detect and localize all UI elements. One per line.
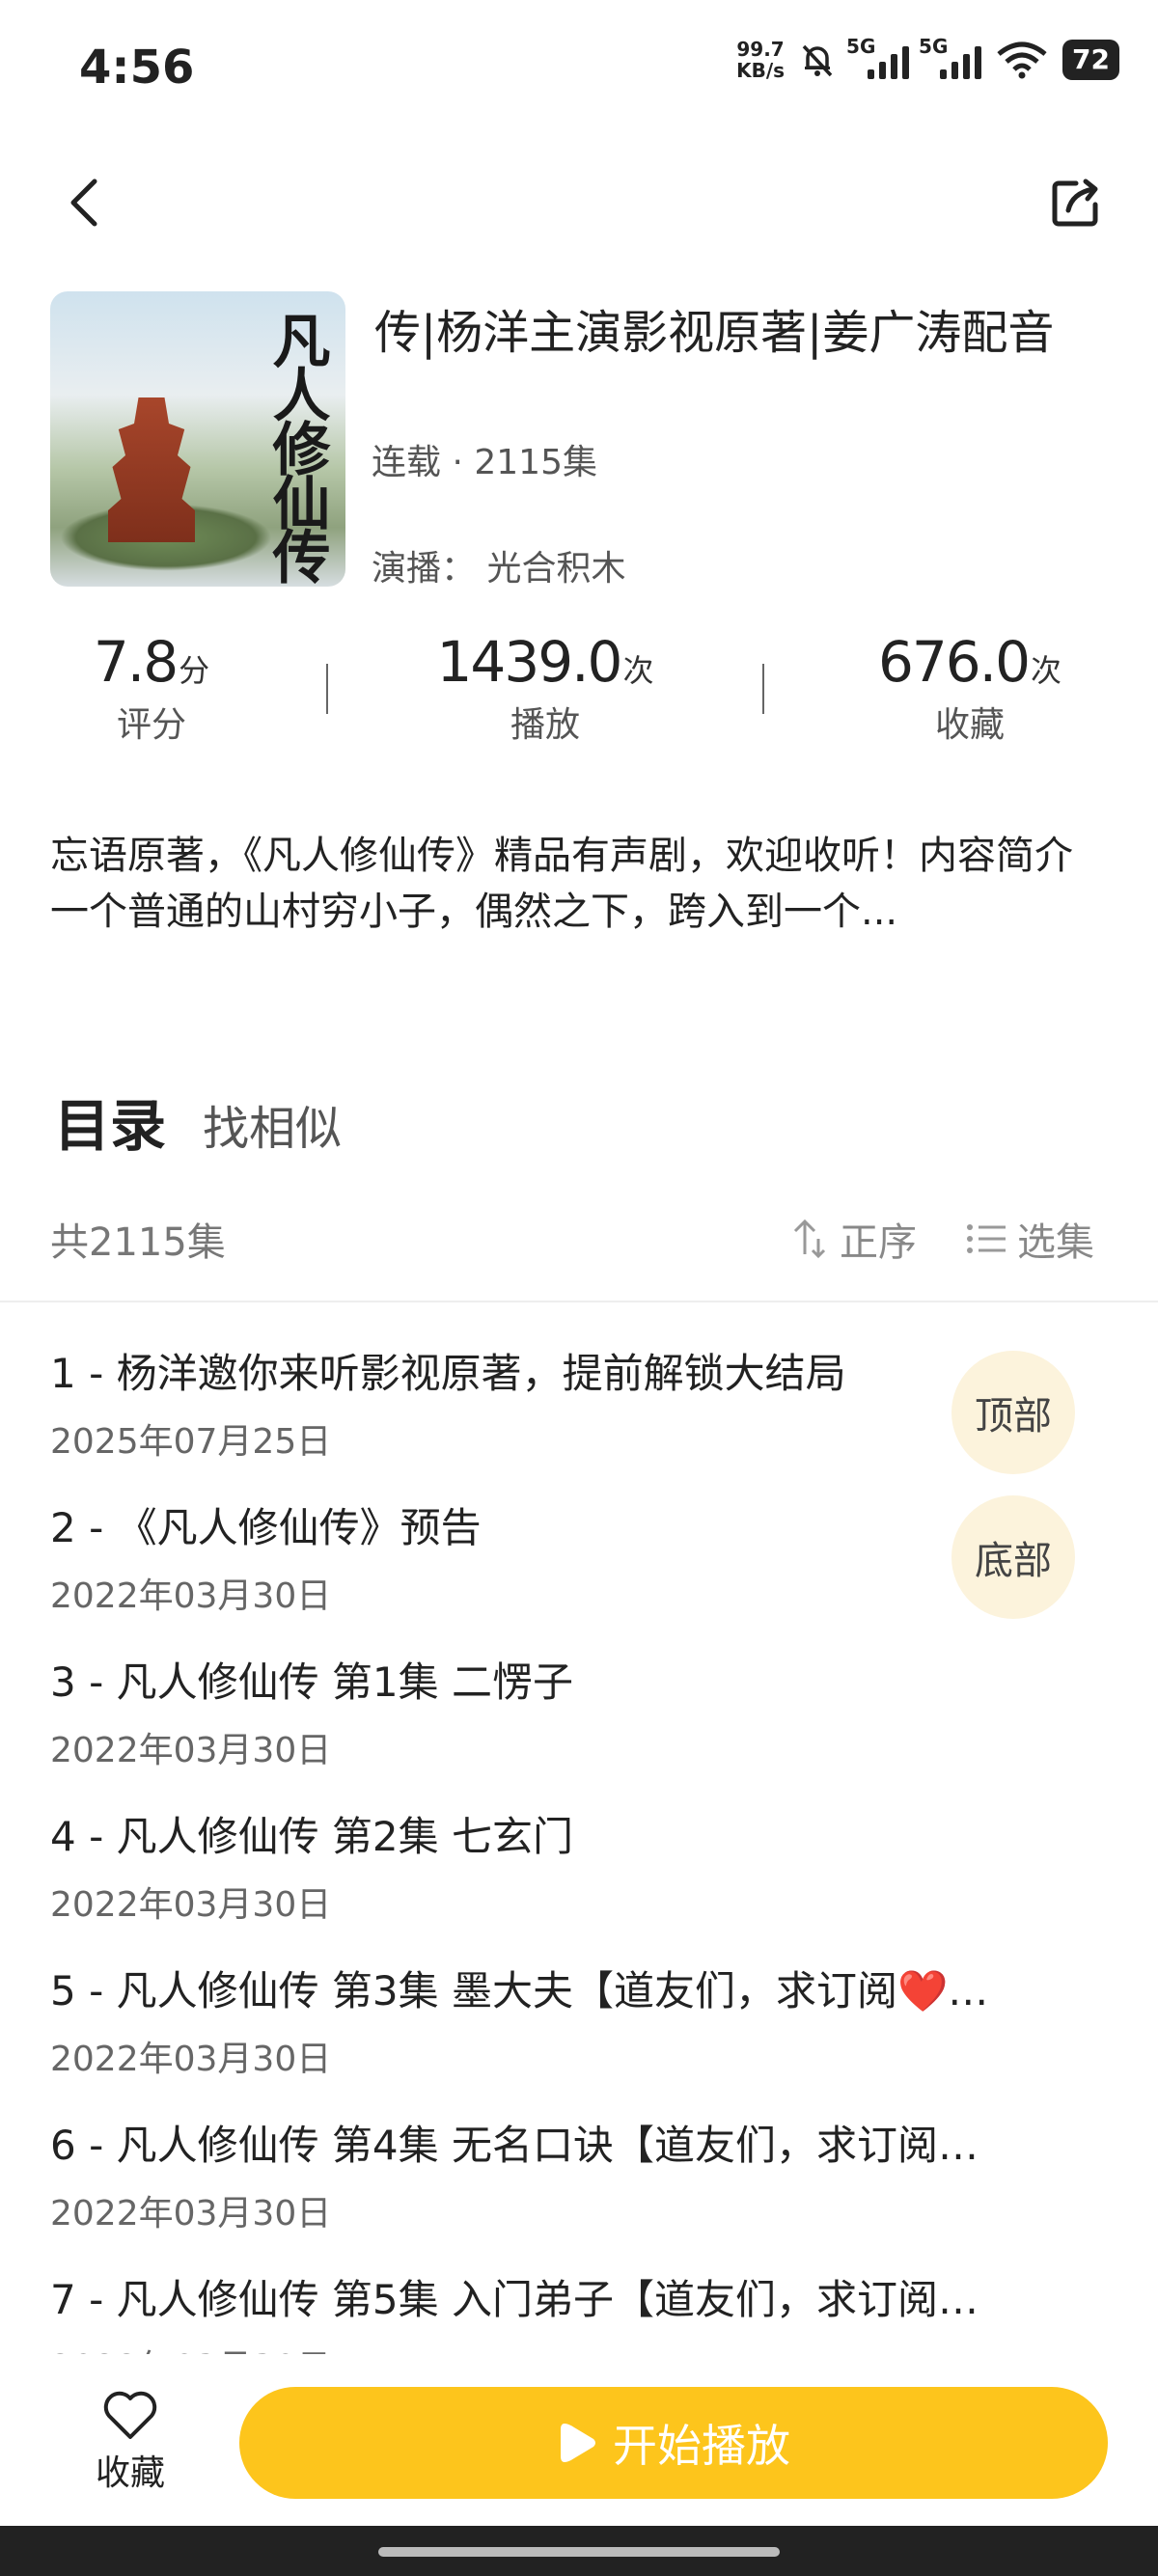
network-speed-value: 99.7 <box>736 38 785 61</box>
stat-divider <box>762 664 764 714</box>
episode-title: 7 - 凡人修仙传 第5集 入门弟子【道友们，求订阅… <box>50 2276 979 2323</box>
home-indicator[interactable] <box>378 2547 780 2557</box>
meta-dot: · <box>452 443 475 482</box>
stat-unit: 次 <box>1031 652 1062 689</box>
episode-date: 2022年03月30日 <box>50 1576 332 1616</box>
sim2-label: 5G <box>919 35 949 58</box>
favorite-button[interactable]: 收藏 <box>87 2389 174 2495</box>
episode-item[interactable]: 2 - 《凡人修仙传》预告 2022年03月30日 <box>50 1495 919 1618</box>
select-episodes-button[interactable]: 选集 <box>965 1211 1094 1267</box>
sort-arrow-icon <box>793 1219 826 1259</box>
mute-bell-icon <box>802 44 833 77</box>
episode-date: 2022年03月30日 <box>50 1885 332 1925</box>
episode-date: 2022年03月30日 <box>50 2040 332 2079</box>
stat-value: 676.0 <box>877 629 1031 695</box>
narrator-label: 演播： <box>372 549 477 589</box>
stat-unit: 次 <box>622 652 654 689</box>
album-narrator[interactable]: 演播： 光合积木 <box>372 540 625 590</box>
start-play-button[interactable]: 开始播放 <box>239 2387 1108 2499</box>
battery-indicator: 72 <box>1062 40 1119 80</box>
cover-tower <box>108 397 195 542</box>
episode-item[interactable]: 3 - 凡人修仙传 第1集 二愣子 2022年03月30日 <box>50 1650 1073 1772</box>
stat-plays: 1439.0次 播放 <box>425 629 666 747</box>
tab-catalog[interactable]: 目录 <box>54 1081 166 1162</box>
scroll-top-button[interactable]: 顶部 <box>951 1351 1075 1474</box>
episode-date: 2025年07月25日 <box>50 1422 332 1462</box>
play-icon <box>561 2424 595 2462</box>
episode-count: 共2115集 <box>50 1220 226 1265</box>
episode-item[interactable]: 4 - 凡人修仙传 第2集 七玄门 2022年03月30日 <box>50 1804 1073 1927</box>
select-label: 选集 <box>1017 1220 1094 1265</box>
list-icon <box>967 1224 1006 1253</box>
stat-value: 7.8 <box>93 629 179 695</box>
tab-similar[interactable]: 找相似 <box>203 1090 342 1158</box>
episode-title: 2 - 《凡人修仙传》预告 <box>50 1504 482 1551</box>
stat-label: 收藏 <box>934 705 1005 745</box>
status-time: 4:56 <box>79 41 195 95</box>
episode-date: 2022年03月30日 <box>50 1731 332 1770</box>
stat-divider <box>326 664 328 714</box>
cover-title-text: 凡人修仙传 <box>262 311 330 581</box>
episode-title: 4 - 凡人修仙传 第2集 七玄门 <box>50 1813 574 1860</box>
sort-button[interactable]: 正序 <box>791 1211 917 1267</box>
share-icon[interactable] <box>1047 174 1105 232</box>
episode-title: 6 - 凡人修仙传 第4集 无名口诀【道友们，求订阅… <box>50 2122 979 2169</box>
album-title: 传|杨洋主演影视原著|姜广涛配音 <box>374 306 1055 360</box>
episode-item[interactable]: 5 - 凡人修仙传 第3集 墨大夫【道友们，求订阅❤️… 2022年03月30日 <box>50 1959 1073 2081</box>
stat-label: 评分 <box>116 705 186 745</box>
episode-item[interactable]: 1 - 杨洋邀你来听影视原著，提前解锁大结局 2025年07月25日 <box>50 1341 919 1464</box>
status-icons: 99.7 KB/s 5G 5G 72 <box>736 35 1119 81</box>
stat-label: 播放 <box>510 705 580 745</box>
back-arrow-icon[interactable] <box>58 174 116 232</box>
album-status: 连载 · 2115集 <box>372 434 597 484</box>
sim1-label: 5G <box>846 35 876 58</box>
episode-item[interactable]: 6 - 凡人修仙传 第4集 无名口诀【道友们，求订阅… 2022年03月30日 <box>50 2113 1073 2235</box>
sort-label: 正序 <box>840 1220 917 1265</box>
episode-date: 2022年03月30日 <box>50 2194 332 2233</box>
episode-title: 1 - 杨洋邀你来听影视原著，提前解锁大结局 <box>50 1350 846 1397</box>
signal-icon-sim1: 5G <box>846 35 910 79</box>
start-play-label: 开始播放 <box>613 2420 790 2472</box>
stat-rating: 7.8分 评分 <box>79 629 224 747</box>
stat-unit: 分 <box>179 652 210 689</box>
scroll-bottom-button[interactable]: 底部 <box>951 1495 1075 1619</box>
network-speed-unit: KB/s <box>736 59 786 82</box>
heart-icon <box>103 2391 157 2439</box>
serial-status: 连载 <box>372 443 442 482</box>
stat-favorites: 676.0次 收藏 <box>849 629 1090 747</box>
network-speed: 99.7 KB/s <box>736 39 785 81</box>
signal-icon-sim2: 5G <box>919 35 982 79</box>
list-divider <box>0 1301 1158 1302</box>
episode-title: 5 - 凡人修仙传 第3集 墨大夫【道友们，求订阅❤️… <box>50 1967 989 2014</box>
stat-value: 1439.0 <box>436 629 623 695</box>
narrator-name[interactable]: 光合积木 <box>486 549 625 589</box>
wifi-icon <box>997 41 1047 79</box>
album-description[interactable]: 忘语原著，《凡人修仙传》精品有声剧，欢迎收听！内容简介 一个普通的山村穷小子，偶… <box>50 828 1121 940</box>
episode-title: 3 - 凡人修仙传 第1集 二愣子 <box>50 1658 574 1706</box>
episode-total: 2115集 <box>474 443 597 482</box>
favorite-label: 收藏 <box>95 2453 165 2493</box>
album-cover[interactable]: 凡人修仙传 <box>50 291 345 587</box>
